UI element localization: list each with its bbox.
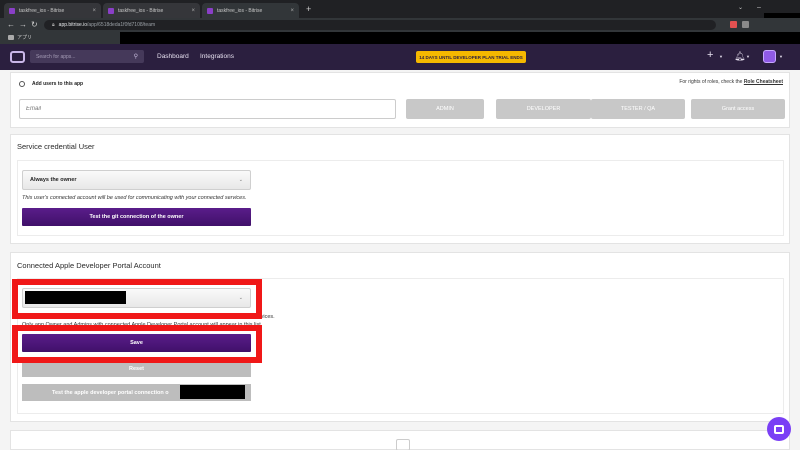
add-users-heading: Add users to this app (19, 81, 83, 87)
search-icon: ⚲ (133, 54, 138, 60)
chat-button[interactable] (767, 417, 791, 441)
nav-integrations[interactable]: Integrations (200, 53, 234, 60)
avatar[interactable] (763, 50, 776, 63)
bookmarks-bar: アプリ (0, 32, 800, 44)
bitrise-favicon-icon (207, 7, 213, 14)
bitrise-logo-icon[interactable] (10, 51, 25, 63)
trial-banner[interactable]: 14 DAYS UNTIL DEVELOPER PLAN TRIAL ENDS (416, 51, 526, 63)
new-tab-icon[interactable]: + (306, 4, 311, 14)
tab-title: taskfree_ios - Bitrise (118, 7, 164, 14)
chat-icon (774, 424, 784, 434)
lock-icon: 🔒︎ (52, 22, 55, 28)
bitrise-favicon-icon (108, 7, 114, 14)
app-search-input[interactable]: Search for apps... ⚲ (30, 50, 144, 63)
tab-title: taskfree_ios - Bitrise (19, 7, 65, 14)
address-bar-row: ← → ↻ 🔒︎ app.bitrise.io/app/6518deda1f0f… (0, 18, 800, 32)
apple-portal-title: Connected Apple Developer Portal Account (17, 261, 161, 270)
tab-search-icon[interactable]: ⌄ (738, 4, 743, 11)
document-icon (396, 439, 410, 450)
browser-tab-bar: taskfree_ios - Bitrise × taskfree_ios - … (0, 0, 800, 32)
back-icon[interactable]: ← (7, 20, 15, 29)
extension-icon[interactable] (742, 21, 749, 28)
search-placeholder: Search for apps... (36, 53, 76, 60)
highlight-box (12, 325, 262, 363)
team-panel: Add users to this app For rights of role… (10, 72, 790, 128)
extension-icon[interactable] (730, 21, 737, 28)
browser-tab[interactable]: taskfree_ios - Bitrise × (4, 3, 101, 18)
select-value: Always the owner (30, 177, 77, 183)
close-icon[interactable]: × (92, 8, 96, 14)
apps-icon (8, 35, 14, 40)
rights-text: For rights of roles, check the (679, 79, 743, 85)
close-icon[interactable]: × (290, 8, 294, 14)
redacted-area (120, 32, 800, 44)
chevron-down-icon: ⌄ (238, 177, 243, 183)
email-field[interactable] (19, 99, 396, 119)
tester-role-button[interactable]: TESTER / QA (591, 99, 685, 119)
url-text: app.bitrise.io/app/6518deda1f0fd7108/tea… (58, 22, 156, 28)
browser-tab-active[interactable]: taskfree_ios - Bitrise × (202, 3, 299, 18)
test-git-connection-button[interactable]: Test the git connection of the owner (22, 208, 251, 226)
chevron-down-icon[interactable]: ▼ (746, 54, 750, 59)
nav-dashboard[interactable]: Dashboard (157, 53, 189, 60)
url-input[interactable]: 🔒︎ app.bitrise.io/app/6518deda1f0fd7108/… (44, 20, 716, 30)
forward-icon[interactable]: → (19, 20, 27, 29)
redacted-text (180, 385, 245, 399)
rights-note: For rights of roles, check the Role Chea… (679, 79, 783, 85)
service-credential-hint: This user's connected account will be us… (22, 195, 247, 201)
bitrise-favicon-icon (9, 7, 15, 14)
reload-icon[interactable]: ↻ (31, 20, 38, 29)
chevron-down-icon[interactable]: ▼ (719, 54, 723, 59)
service-user-select[interactable]: Always the owner ⌄ (22, 170, 251, 190)
grant-access-button[interactable]: Grant access (691, 99, 785, 119)
browser-tab[interactable]: taskfree_ios - Bitrise × (103, 3, 200, 18)
role-cheatsheet-link[interactable]: Role Cheatsheet (744, 79, 783, 85)
highlight-box (12, 279, 262, 319)
tab-title: taskfree_ios - Bitrise (217, 7, 263, 14)
bookmark-label: アプリ (17, 35, 33, 41)
bookmark-apps[interactable]: アプリ (8, 34, 32, 41)
bell-icon[interactable]: 🔔︎ (734, 51, 745, 62)
admin-role-button[interactable]: ADMIN (406, 99, 484, 119)
user-icon (19, 81, 25, 87)
minimize-icon[interactable]: – (757, 4, 761, 11)
bottom-panel (10, 430, 790, 450)
close-icon[interactable]: × (191, 8, 195, 14)
app-header: Search for apps... ⚲ Dashboard Integrati… (0, 44, 800, 70)
chevron-down-icon[interactable]: ▼ (779, 54, 783, 59)
plus-icon[interactable]: + (707, 49, 713, 61)
service-credential-title: Service credential User (17, 142, 95, 151)
add-users-label: Add users to this app (32, 81, 84, 87)
developer-role-button[interactable]: DEVELOPER (496, 99, 591, 119)
